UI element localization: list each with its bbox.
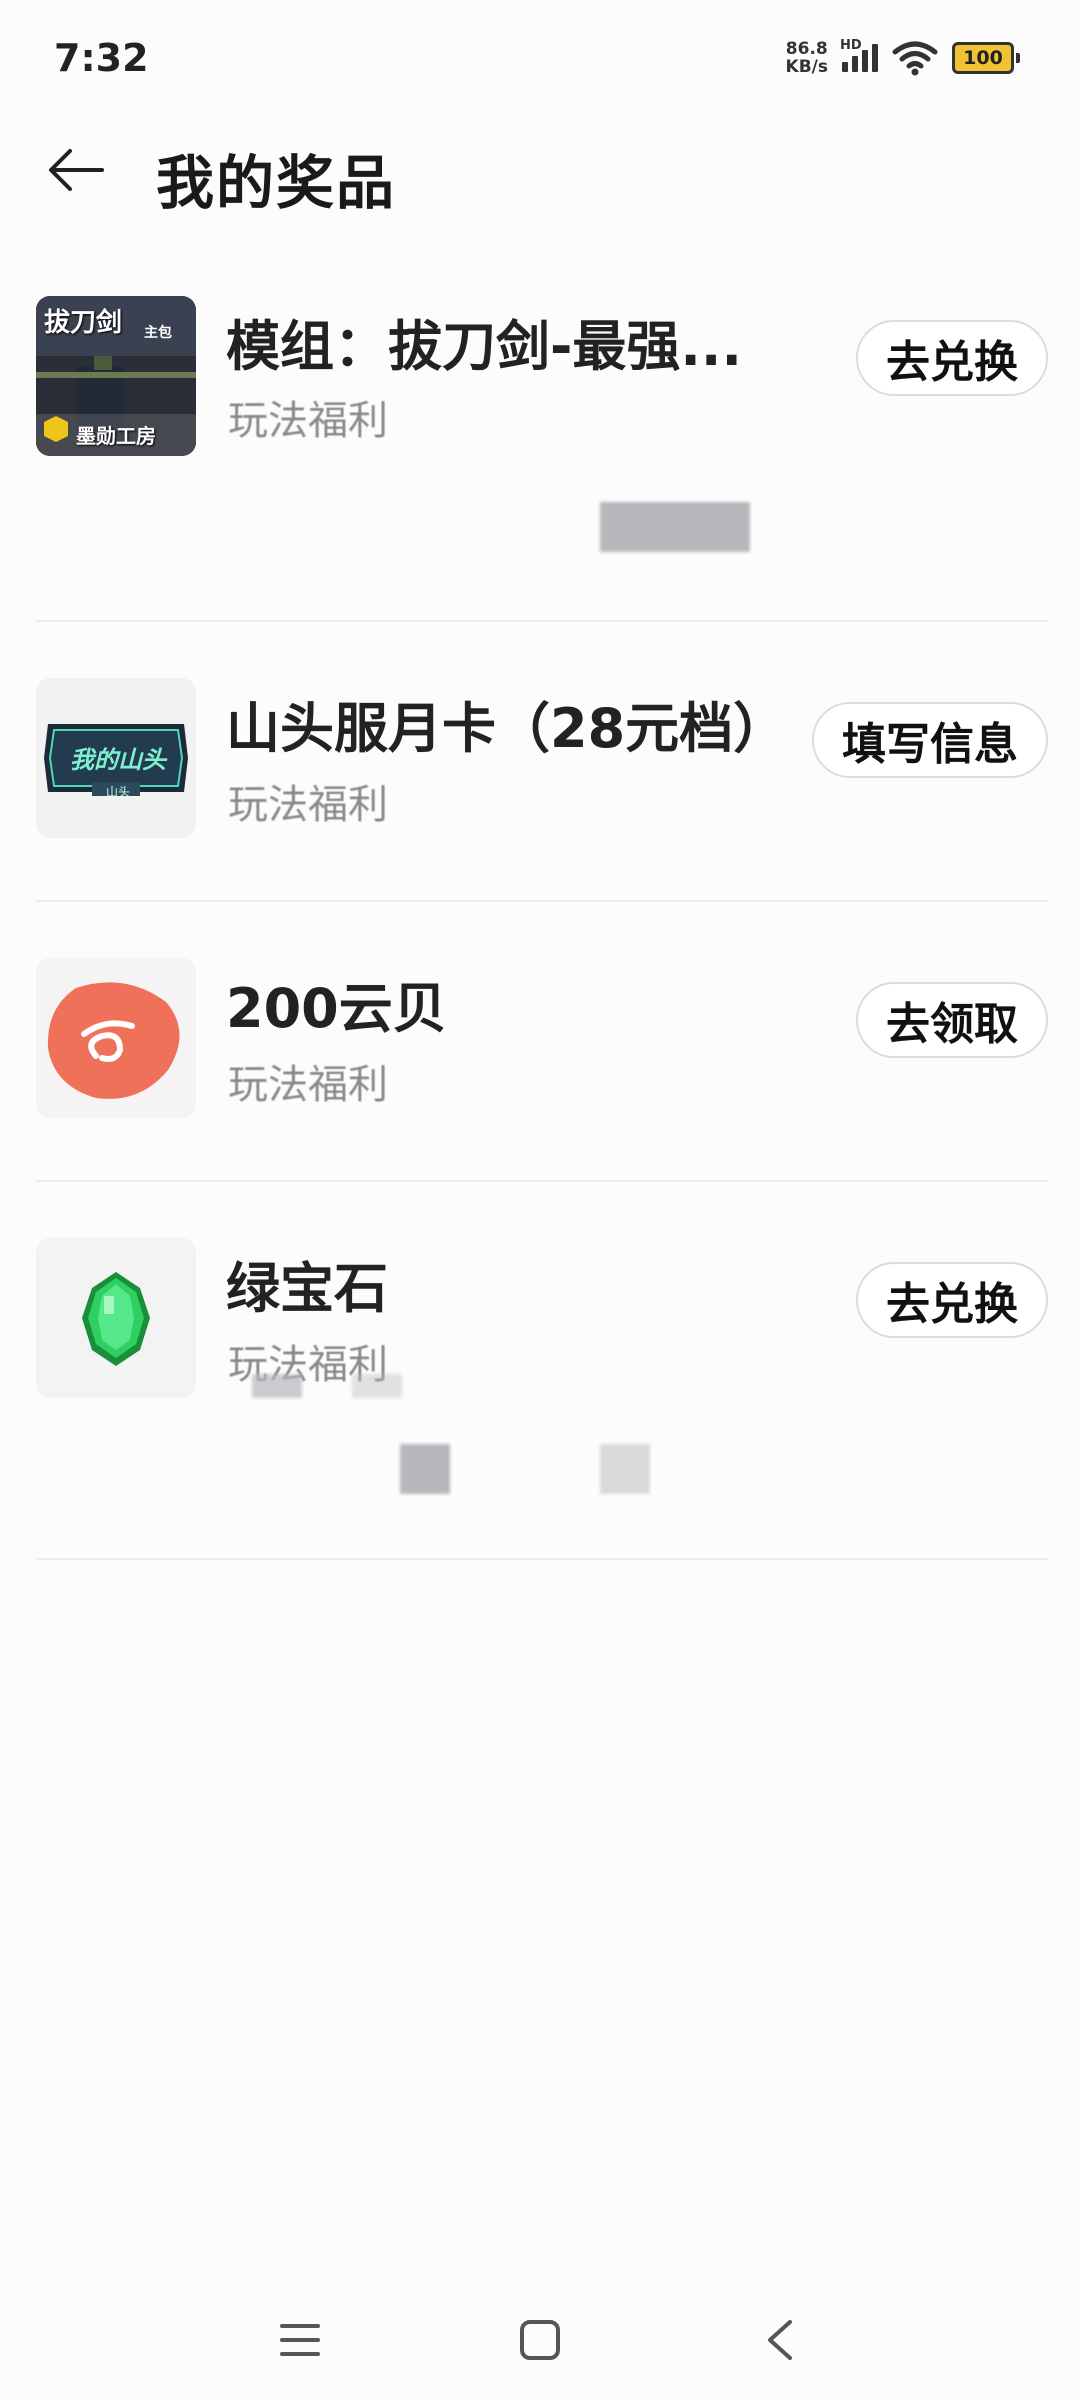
arrow-left-icon (49, 149, 104, 191)
page-title: 我的奖品 (156, 149, 397, 217)
blurred-region (400, 1444, 450, 1494)
home-square-icon (520, 2320, 560, 2360)
prize-item[interactable]: 我的山头 山头 山头服月卡（28元档） 玩法福利 填写信息 (36, 622, 1048, 902)
prize-name: 山头服月卡（28元档） (226, 697, 786, 760)
blurred-region (252, 1374, 302, 1398)
wifi-icon (892, 41, 938, 76)
network-speed-value: 86.8 (785, 39, 828, 59)
hd-label: HD (840, 38, 862, 53)
prize-thumbnail (36, 1238, 196, 1398)
prize-list: 拔刀剑 主包 墨勋工房 模组：拔刀剑-最强... 玩法福利 去兑换 我的山头 山… (36, 280, 1048, 1560)
cell-signal-icon: HD (840, 38, 878, 72)
prize-subtitle: 玩法福利 (228, 782, 388, 828)
battery-icon: 100 (952, 42, 1020, 74)
prize-thumbnail: 我的山头 山头 (36, 678, 196, 838)
prize-item[interactable]: 200云贝 玩法福利 去领取 (36, 902, 1048, 1182)
system-nav-bar (0, 2280, 1080, 2400)
battery-level: 100 (952, 42, 1014, 74)
prize-name: 模组：拔刀剑-最强... (226, 315, 742, 378)
blurred-region (600, 502, 750, 552)
redeem-button[interactable]: 去兑换 (856, 1262, 1048, 1338)
emerald-icon (36, 1238, 196, 1398)
fill-info-button[interactable]: 填写信息 (812, 702, 1048, 778)
prize-name: 绿宝石 (226, 1257, 388, 1320)
status-icons: 86.8 KB/s HD 100 (786, 38, 1020, 78)
thumb-title: 拔刀剑 (44, 308, 123, 338)
back-chevron-icon (768, 2320, 792, 2360)
thumb-studio: 墨勋工房 (76, 424, 156, 448)
thumb-title: 我的山头 (70, 746, 166, 774)
back-button[interactable] (40, 134, 112, 206)
network-speed: 86.8 KB/s (786, 40, 828, 76)
thumb-tag: 山头 (106, 785, 131, 799)
nav-back-button[interactable] (740, 2300, 820, 2380)
network-speed-unit: KB/s (785, 57, 828, 77)
header: 我的奖品 (0, 120, 1080, 220)
prize-subtitle: 玩法福利 (228, 1062, 388, 1108)
prize-item[interactable]: 拔刀剑 主包 墨勋工房 模组：拔刀剑-最强... 玩法福利 去兑换 (36, 280, 1048, 622)
prize-thumbnail: 拔刀剑 主包 墨勋工房 (36, 296, 196, 456)
thumb-tag: 主包 (144, 325, 172, 341)
blurred-region (600, 1444, 650, 1494)
redeem-button[interactable]: 去兑换 (856, 320, 1048, 396)
prize-name: 200云贝 (226, 977, 447, 1040)
prize-thumbnail (36, 958, 196, 1118)
claim-button[interactable]: 去领取 (856, 982, 1048, 1058)
status-time: 7:32 (54, 36, 149, 80)
menu-icon (280, 2324, 320, 2356)
menu-button[interactable] (260, 2300, 340, 2380)
home-button[interactable] (500, 2300, 580, 2380)
cloud-coin-icon (36, 958, 196, 1118)
prize-item[interactable]: 绿宝石 玩法福利 去兑换 (36, 1182, 1048, 1560)
blurred-region (352, 1374, 402, 1398)
status-bar: 7:32 86.8 KB/s HD 100 (0, 0, 1080, 120)
prize-subtitle: 玩法福利 (228, 398, 388, 444)
